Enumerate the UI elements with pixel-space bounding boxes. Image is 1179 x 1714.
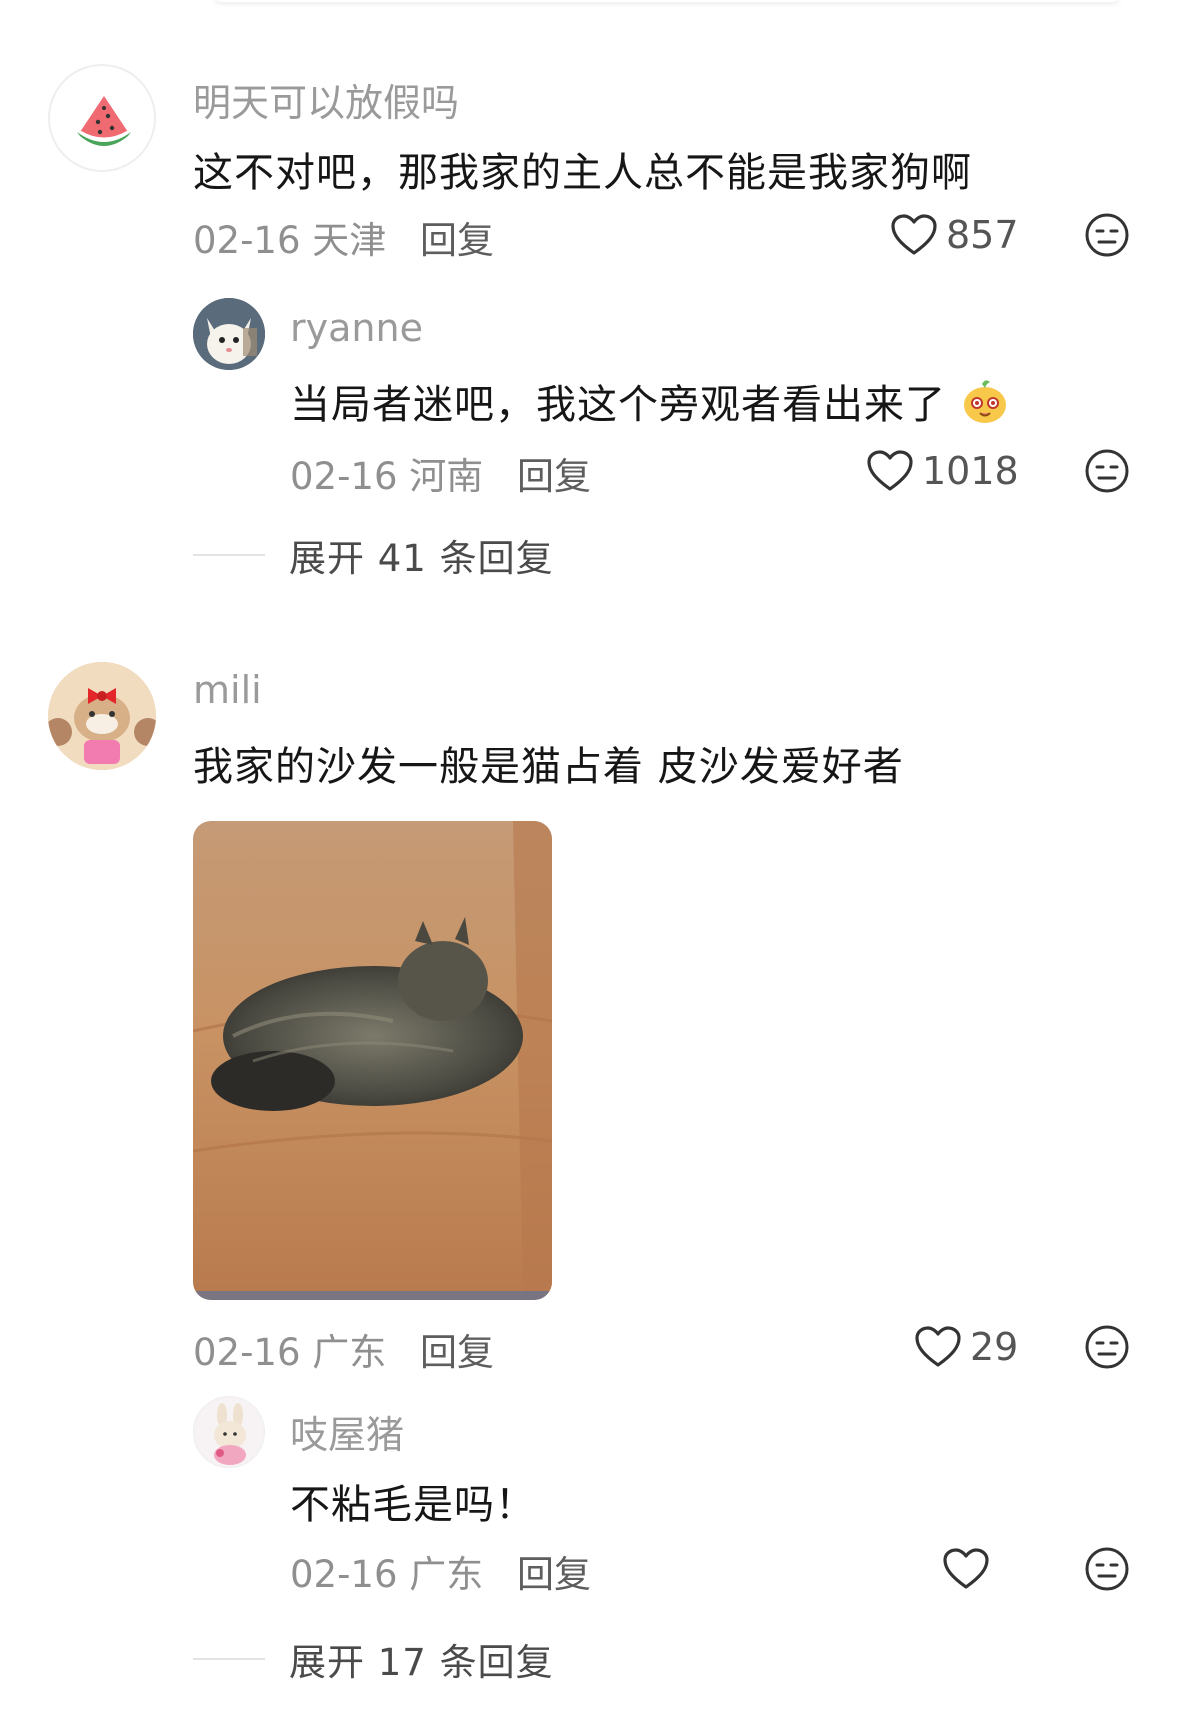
comment-text: 我家的沙发一般是猫占着 皮沙发爱好者 <box>193 744 904 790</box>
reply-text: 当局者迷吧，我这个旁观者看出来了 <box>290 372 1010 430</box>
comment-image[interactable] <box>193 821 552 1300</box>
reply-button[interactable]: 回复 <box>517 446 591 500</box>
expand-replies-label: 展开 41 条回复 <box>289 537 554 580</box>
expand-replies-label: 展开 17 条回复 <box>289 1641 554 1684</box>
expand-replies[interactable]: 展开 41 条回复 <box>193 528 554 582</box>
bow-bear-avatar <box>48 662 156 770</box>
reply-username[interactable]: ryanne <box>290 306 423 350</box>
dislike-face-icon[interactable] <box>1084 1324 1130 1370</box>
watermelon-icon <box>77 96 131 146</box>
cat-avatar <box>193 298 265 370</box>
reply-button[interactable]: 回复 <box>420 210 494 264</box>
reply-button[interactable]: 回复 <box>517 1544 591 1598</box>
heart-icon <box>943 1548 989 1589</box>
like-button[interactable] <box>942 1544 998 1594</box>
like-count: 29 <box>970 1325 1019 1369</box>
heart-icon <box>891 214 937 255</box>
sheet-top-edge <box>214 0 1120 2</box>
like-count: 1018 <box>922 449 1019 493</box>
reply-button[interactable]: 回复 <box>420 1322 494 1376</box>
reply-date-location: 02-16 广东 <box>290 1553 484 1596</box>
like-count: 857 <box>946 213 1019 257</box>
dislike-face-icon[interactable] <box>1084 1546 1130 1592</box>
comment-text: 这不对吧，那我家的主人总不能是我家狗啊 <box>193 150 972 196</box>
reply-text-content: 当局者迷吧，我这个旁观者看出来了 <box>290 382 946 428</box>
user-avatar[interactable] <box>48 64 156 172</box>
heart-icon <box>915 1326 961 1367</box>
comment-username[interactable]: 明天可以放假吗 <box>193 72 459 127</box>
reply-avatar[interactable] <box>193 298 265 370</box>
reply-date-location: 02-16 河南 <box>290 455 484 498</box>
comment-username[interactable]: mili <box>193 668 262 712</box>
dislike-face-icon[interactable] <box>1084 212 1130 258</box>
cat-on-leather-sofa-photo <box>193 821 552 1300</box>
divider-line <box>193 554 265 556</box>
like-button[interactable]: 29 <box>914 1322 1018 1372</box>
reply-avatar[interactable] <box>193 1396 265 1468</box>
reply-text: 不粘毛是吗！ <box>290 1482 536 1528</box>
expand-replies[interactable]: 展开 17 条回复 <box>193 1632 554 1686</box>
like-button[interactable]: 857 <box>890 210 1019 260</box>
bunny-avatar <box>194 1397 264 1467</box>
reply-username[interactable]: 吱屋猪 <box>290 1404 404 1459</box>
heart-icon <box>867 450 913 491</box>
dislike-face-icon[interactable] <box>1084 448 1130 494</box>
comment-date-location: 02-16 天津 <box>193 219 387 262</box>
like-button[interactable]: 1018 <box>866 446 1019 496</box>
comment-date-location: 02-16 广东 <box>193 1331 387 1374</box>
divider-line <box>193 1658 265 1660</box>
user-avatar[interactable] <box>48 662 156 770</box>
smiling-face-emoji <box>963 380 1006 423</box>
